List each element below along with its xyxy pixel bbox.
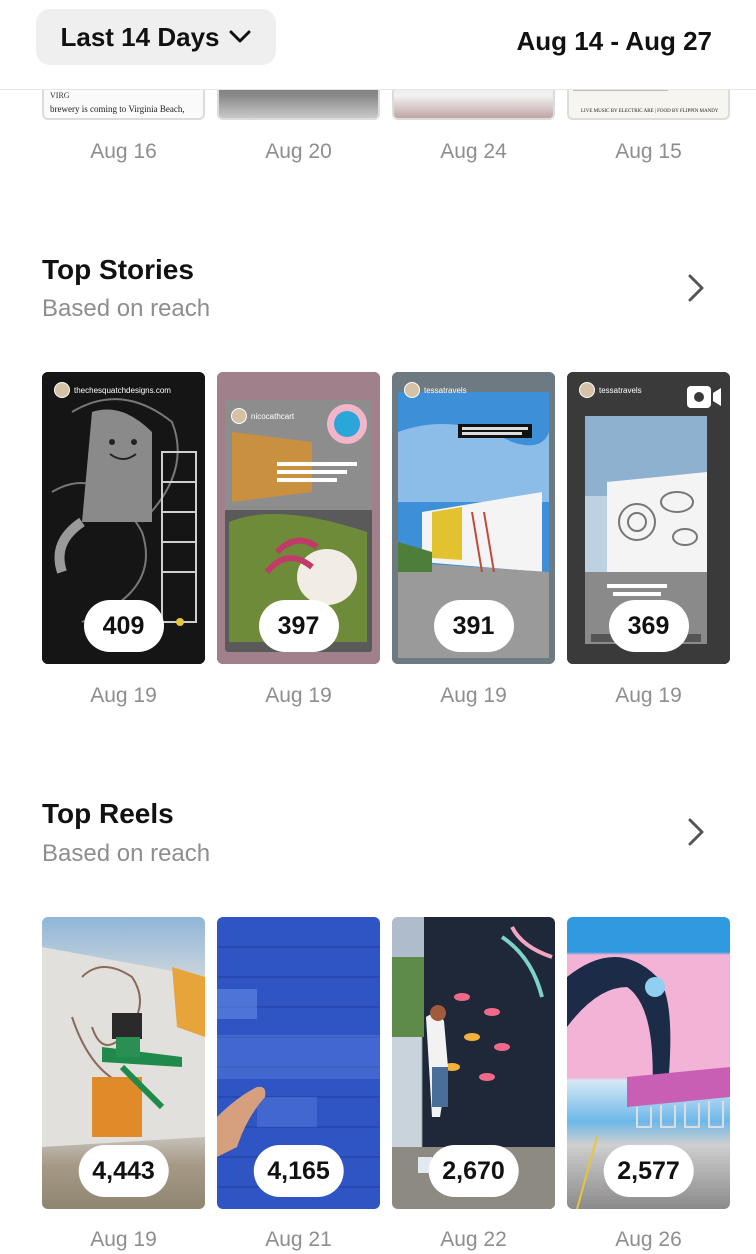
top-reels-subtitle: Based on reach bbox=[42, 840, 211, 867]
top-reels-title: Top Reels bbox=[42, 798, 174, 829]
story-handle: tessatravels bbox=[404, 382, 467, 398]
reel-card[interactable]: 2,577 bbox=[567, 917, 730, 1209]
story-card[interactable]: nicocathcart 397 bbox=[217, 372, 380, 664]
story-card[interactable]: tessatravels 369 bbox=[567, 372, 730, 664]
story-date: Aug 19 bbox=[440, 684, 507, 707]
reel-reach-pill: 4,443 bbox=[78, 1145, 169, 1197]
story-handle: tessatravels bbox=[579, 382, 642, 398]
top-stories-dates: Aug 19 Aug 19 Aug 19 Aug 19 bbox=[42, 684, 732, 708]
top-posts-dates: Aug 16 Aug 20 Aug 24 Aug 15 bbox=[42, 140, 732, 164]
story-date: Aug 19 bbox=[615, 684, 682, 707]
header-bar: Last 14 Days Aug 14 - Aug 27 bbox=[0, 0, 756, 90]
reel-date: Aug 22 bbox=[440, 1228, 507, 1251]
date-range-text: Aug 14 - Aug 27 bbox=[516, 26, 712, 56]
top-reels-dates: Aug 19 Aug 21 Aug 22 Aug 26 bbox=[42, 1228, 732, 1252]
story-card[interactable]: thechesquatchdesigns.com 409 bbox=[42, 372, 205, 664]
post-date: Aug 15 bbox=[615, 140, 682, 163]
post-date: Aug 20 bbox=[265, 140, 332, 163]
video-camera-icon bbox=[687, 386, 721, 408]
story-reach-pill: 409 bbox=[83, 600, 164, 652]
post-caption: LIVE MUSIC BY ELECTRIC ARE | FOOD BY FLI… bbox=[581, 109, 719, 114]
reel-reach-pill: 2,577 bbox=[603, 1145, 694, 1197]
story-handle-text: thechesquatchdesigns.com bbox=[74, 385, 171, 395]
story-reach-pill: 391 bbox=[433, 600, 514, 652]
reel-reach-pill: 2,670 bbox=[428, 1145, 519, 1197]
top-stories-title: Top Stories bbox=[42, 254, 194, 285]
story-handle-text: tessatravels bbox=[424, 385, 467, 395]
chevron-right-icon[interactable] bbox=[686, 816, 706, 848]
story-reach-pill: 369 bbox=[608, 600, 689, 652]
story-date: Aug 19 bbox=[265, 684, 332, 707]
insights-page: Last 14 Days Aug 14 - Aug 27 VIRG brewer… bbox=[0, 0, 756, 1254]
date-range-dropdown[interactable]: Last 14 Days bbox=[36, 9, 276, 65]
chevron-down-icon bbox=[229, 30, 251, 43]
story-card[interactable]: tessatravels 391 bbox=[392, 372, 555, 664]
date-range-dropdown-label: Last 14 Days bbox=[60, 21, 220, 52]
reel-date: Aug 26 bbox=[615, 1228, 682, 1251]
chevron-right-icon[interactable] bbox=[686, 272, 706, 304]
post-date: Aug 24 bbox=[440, 140, 507, 163]
avatar bbox=[404, 382, 420, 398]
story-date: Aug 19 bbox=[90, 684, 157, 707]
story-handle: nicocathcart bbox=[231, 408, 294, 424]
top-reels-row: 4,443 4,165 2,670 2,577 bbox=[42, 917, 732, 1209]
avatar bbox=[579, 382, 595, 398]
avatar bbox=[231, 408, 247, 424]
post-caption: VIRG bbox=[50, 91, 70, 100]
story-handle-text: tessatravels bbox=[599, 385, 642, 395]
post-caption: brewery is coming to Virginia Beach, bbox=[50, 104, 185, 114]
reel-date: Aug 21 bbox=[265, 1228, 332, 1251]
avatar bbox=[54, 382, 70, 398]
top-stories-row: thechesquatchdesigns.com 409 nicocathcar… bbox=[42, 372, 732, 664]
top-stories-subtitle: Based on reach bbox=[42, 295, 211, 322]
reel-card[interactable]: 4,165 bbox=[217, 917, 380, 1209]
reel-card[interactable]: 2,670 bbox=[392, 917, 555, 1209]
reel-card[interactable]: 4,443 bbox=[42, 917, 205, 1209]
post-date: Aug 16 bbox=[90, 140, 157, 163]
reel-reach-pill: 4,165 bbox=[253, 1145, 344, 1197]
story-reach-pill: 397 bbox=[258, 600, 339, 652]
story-handle-text: nicocathcart bbox=[251, 411, 295, 421]
reel-date: Aug 19 bbox=[90, 1228, 157, 1251]
story-handle: thechesquatchdesigns.com bbox=[54, 382, 171, 398]
